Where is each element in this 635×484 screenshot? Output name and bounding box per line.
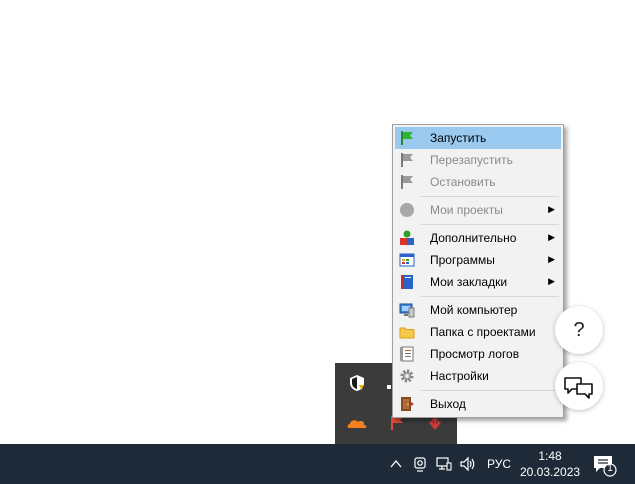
clock-date: 20.03.2023: [520, 465, 581, 479]
webcam-icon[interactable]: [411, 455, 429, 473]
taskbar-clock[interactable]: 1:48 20.03.2023: [520, 448, 580, 480]
action-center-button[interactable]: 1: [592, 454, 618, 478]
menu-separator: [421, 224, 559, 225]
volume-icon[interactable]: [459, 455, 477, 473]
submenu-arrow-icon: ▶: [548, 204, 555, 214]
menu-item-label: Мой компьютер: [430, 303, 518, 317]
menu-item-restart[interactable]: Перезапустить: [395, 149, 561, 171]
gray-flag-icon: [401, 175, 413, 189]
menu-item-start[interactable]: Запустить: [395, 127, 561, 149]
menu-item-additional[interactable]: Дополнительно ▶: [395, 227, 561, 249]
menu-item-exit[interactable]: Выход: [395, 393, 561, 415]
menu-item-view-logs[interactable]: Просмотр логов: [395, 343, 561, 365]
menu-item-programs[interactable]: Программы ▶: [395, 249, 561, 271]
menu-item-label: Остановить: [430, 175, 496, 189]
menu-item-label: Настройки: [430, 369, 489, 383]
bookmark-book-icon: [401, 275, 413, 289]
menu-separator: [421, 196, 559, 197]
menu-item-label: Выход: [430, 397, 466, 411]
submenu-arrow-icon: ▶: [548, 254, 555, 264]
folder-icon: [399, 327, 415, 339]
menu-item-label: Папка с проектами: [430, 325, 536, 339]
menu-item-label: Мои проекты: [430, 203, 503, 217]
network-icon[interactable]: [435, 455, 453, 473]
menu-item-label: Перезапустить: [430, 153, 513, 167]
window-grid-icon: [399, 253, 415, 267]
gear-icon: [400, 369, 414, 383]
menu-item-label: Дополнительно: [430, 231, 517, 245]
notification-count-badge: 1: [607, 463, 613, 474]
menu-item-settings[interactable]: Настройки: [395, 365, 561, 387]
menu-item-label: Просмотр логов: [430, 347, 520, 361]
log-notebook-icon: [400, 346, 414, 362]
menu-separator: [421, 390, 559, 391]
security-shield-icon[interactable]: [345, 371, 369, 395]
cloudflare-cloud-icon[interactable]: [345, 411, 369, 435]
help-button-label: ?: [573, 318, 585, 341]
green-flag-icon: [401, 131, 413, 145]
gray-circle-icon: [400, 203, 414, 217]
chat-bubbles-icon: [564, 377, 593, 399]
clock-time: 1:48: [538, 449, 562, 463]
menu-item-label: Запустить: [430, 131, 487, 145]
chevron-up-icon[interactable]: [387, 455, 405, 473]
menu-item-label: Программы: [430, 253, 495, 267]
menu-item-my-projects[interactable]: Мои проекты ▶: [395, 199, 561, 221]
menu-item-stop[interactable]: Остановить: [395, 171, 561, 193]
submenu-arrow-icon: ▶: [548, 232, 555, 242]
chat-button[interactable]: [555, 362, 603, 410]
input-language-indicator[interactable]: РУС: [487, 457, 511, 471]
taskbar: РУС 1:48 20.03.2023 1: [0, 444, 635, 484]
menu-item-my-bookmarks[interactable]: Мои закладки ▶: [395, 271, 561, 293]
gray-flag-icon: [401, 153, 413, 167]
color-shapes-icon: [400, 230, 414, 245]
submenu-arrow-icon: ▶: [548, 276, 555, 286]
menu-item-projects-folder[interactable]: Папка с проектами: [395, 321, 561, 343]
exit-door-icon: [401, 397, 414, 411]
tray-context-menu: Запустить Перезапустить Остановить Мои п…: [392, 124, 564, 418]
computer-icon: [399, 303, 415, 318]
notification-icon: [594, 456, 617, 477]
menu-item-label: Мои закладки: [430, 275, 508, 289]
menu-item-my-computer[interactable]: Мой компьютер: [395, 299, 561, 321]
menu-separator: [421, 296, 559, 297]
help-button[interactable]: ?: [555, 306, 603, 354]
